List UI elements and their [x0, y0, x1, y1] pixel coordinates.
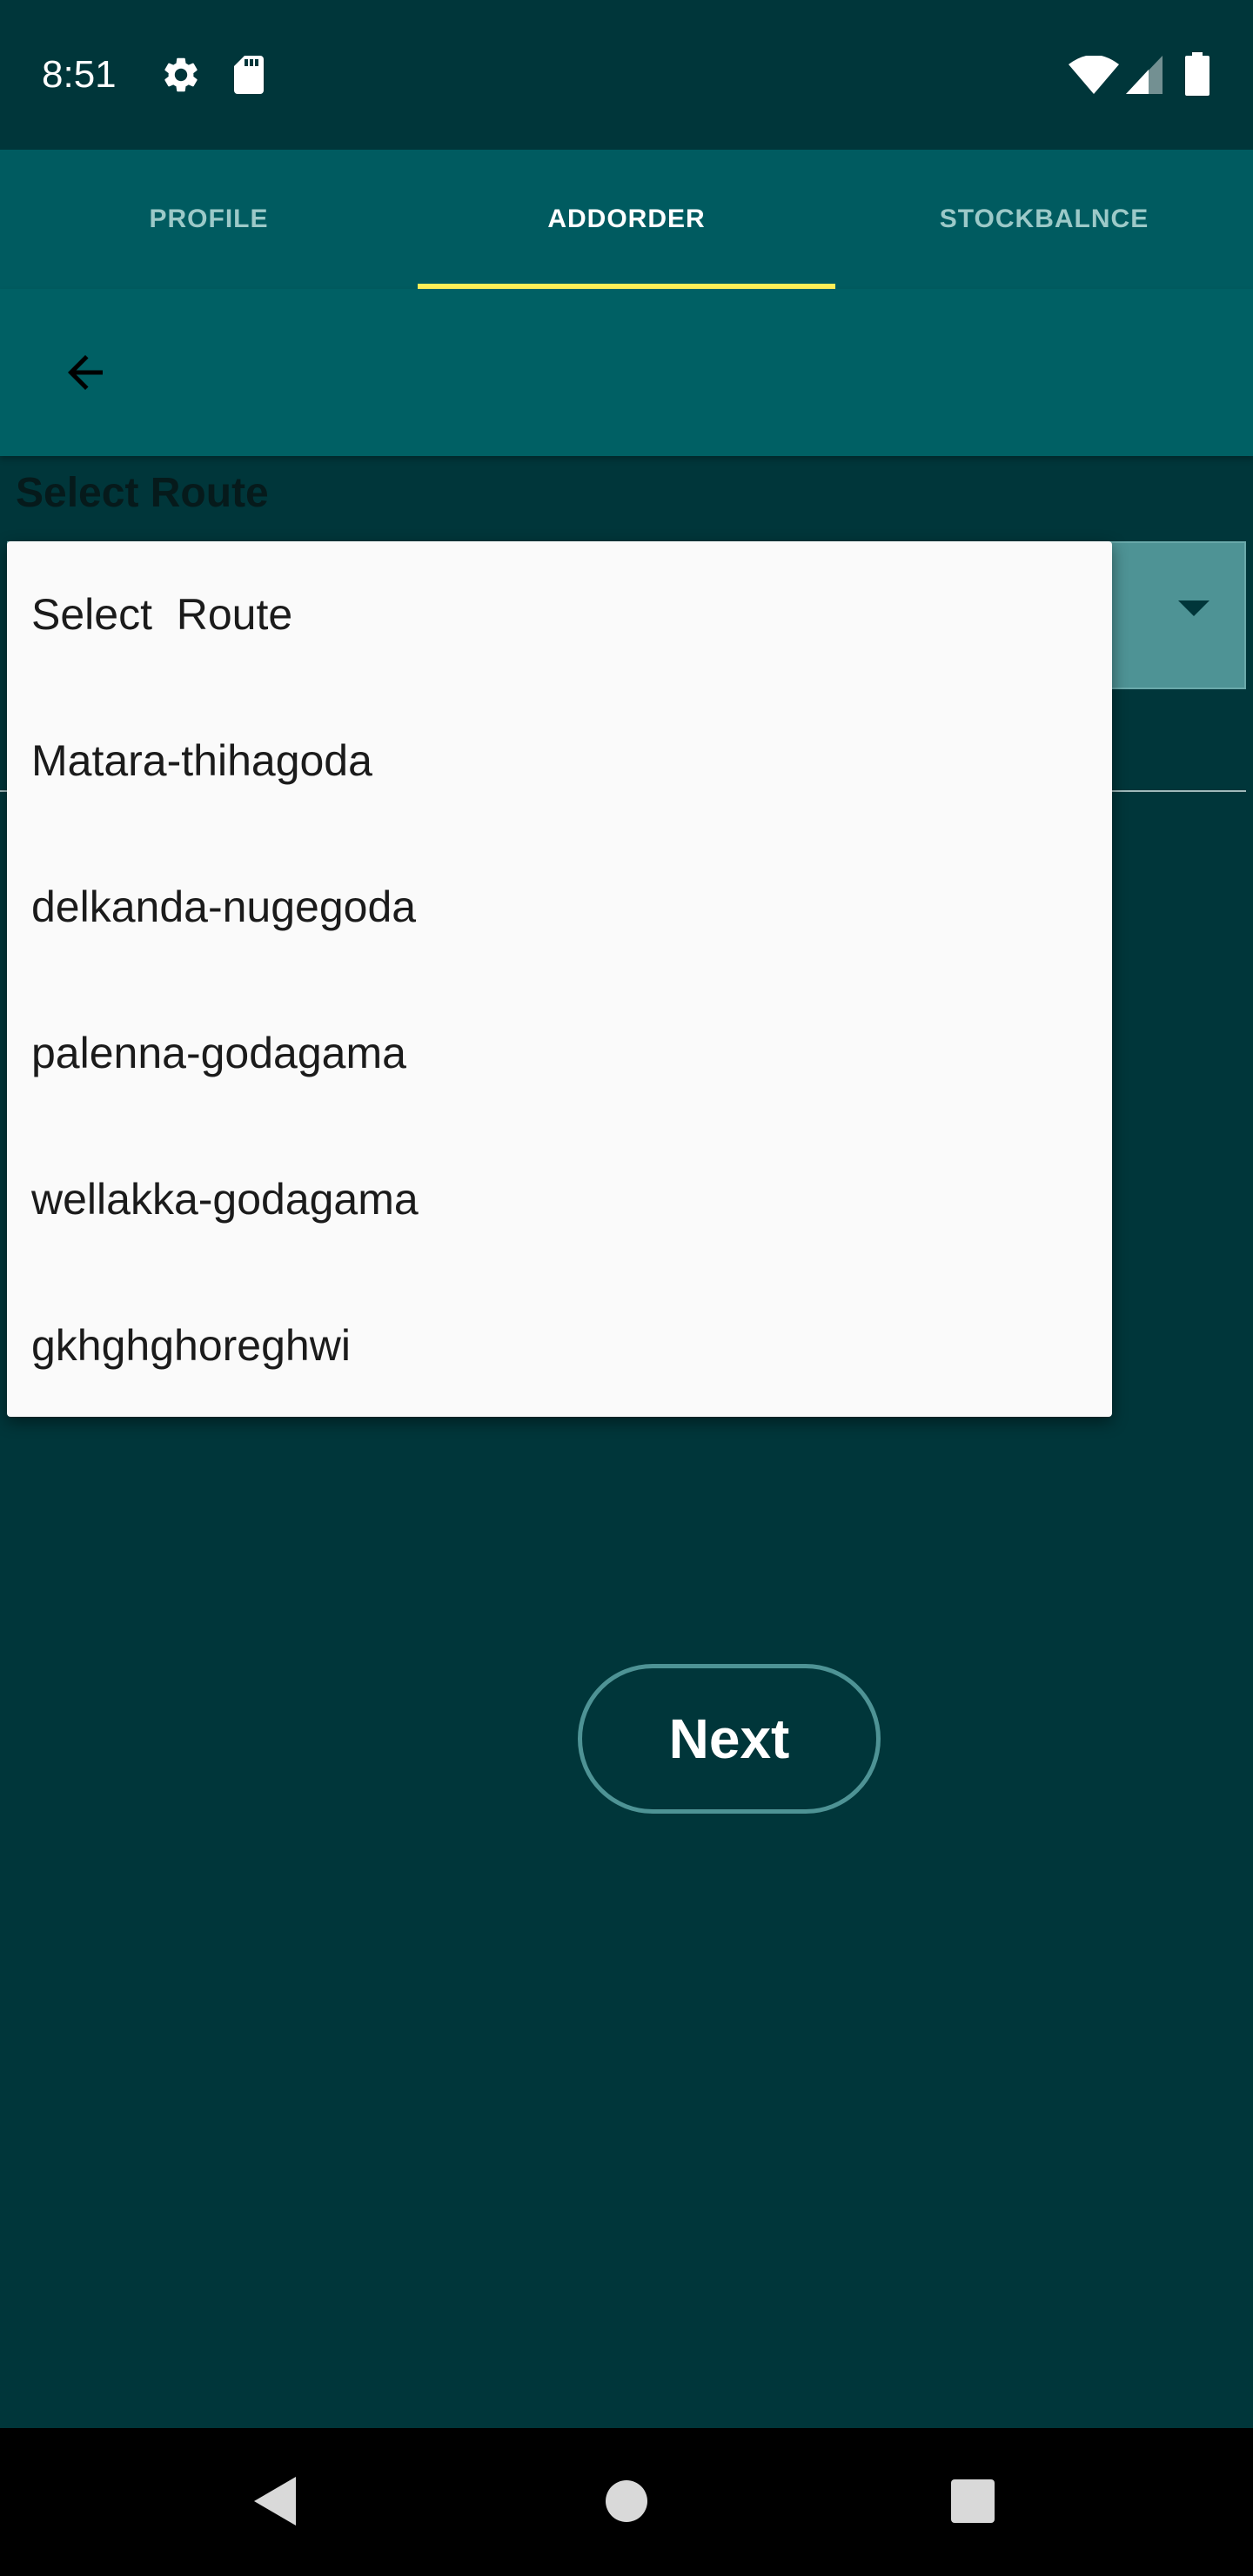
next-button[interactable]: Next: [578, 1664, 881, 1814]
recents-square-icon[interactable]: [950, 2479, 995, 2524]
wifi-icon: [1069, 56, 1119, 94]
battery-icon: [1185, 52, 1209, 96]
tab-label: ADDORDER: [547, 205, 706, 233]
status-time: 8:51: [42, 53, 117, 96]
gear-icon: [164, 57, 198, 92]
tab-addorder[interactable]: ADDORDER: [418, 150, 835, 289]
dropdown-option[interactable]: palenna-godagama: [7, 980, 1112, 1126]
tab-profile[interactable]: PROFILE: [0, 150, 418, 289]
toolbar: [0, 289, 1253, 456]
dropdown-option[interactable]: Matara-thihagoda: [7, 688, 1112, 834]
back-triangle-icon[interactable]: [252, 2475, 298, 2527]
navigation-bar: [0, 2428, 1253, 2576]
sd-card-icon: [234, 56, 264, 94]
arrow-back-icon: [68, 355, 103, 390]
home-circle-icon[interactable]: [604, 2479, 649, 2524]
triangle-down-icon: [1178, 600, 1209, 616]
back-button[interactable]: [42, 338, 129, 407]
dropdown-option[interactable]: Select Route: [7, 541, 1112, 688]
tab-label: PROFILE: [149, 205, 269, 233]
tab-label: STOCKBALNCE: [939, 205, 1149, 233]
route-label: Select Route: [16, 470, 269, 516]
dropdown-option[interactable]: wellakka-godagama: [7, 1126, 1112, 1272]
tab-bar: PROFILE ADDORDER STOCKBALNCE: [0, 150, 1253, 289]
tab-stockbalnce[interactable]: STOCKBALNCE: [835, 150, 1253, 289]
dropdown-option[interactable]: delkanda-nugegoda: [7, 834, 1112, 980]
status-bar: 8:51: [0, 0, 1253, 150]
dropdown-option[interactable]: gkhghghoreghwi: [7, 1272, 1112, 1417]
cell-signal-icon: [1126, 56, 1163, 94]
route-dropdown: Select Route Matara-thihagoda delkanda-n…: [7, 541, 1112, 1417]
